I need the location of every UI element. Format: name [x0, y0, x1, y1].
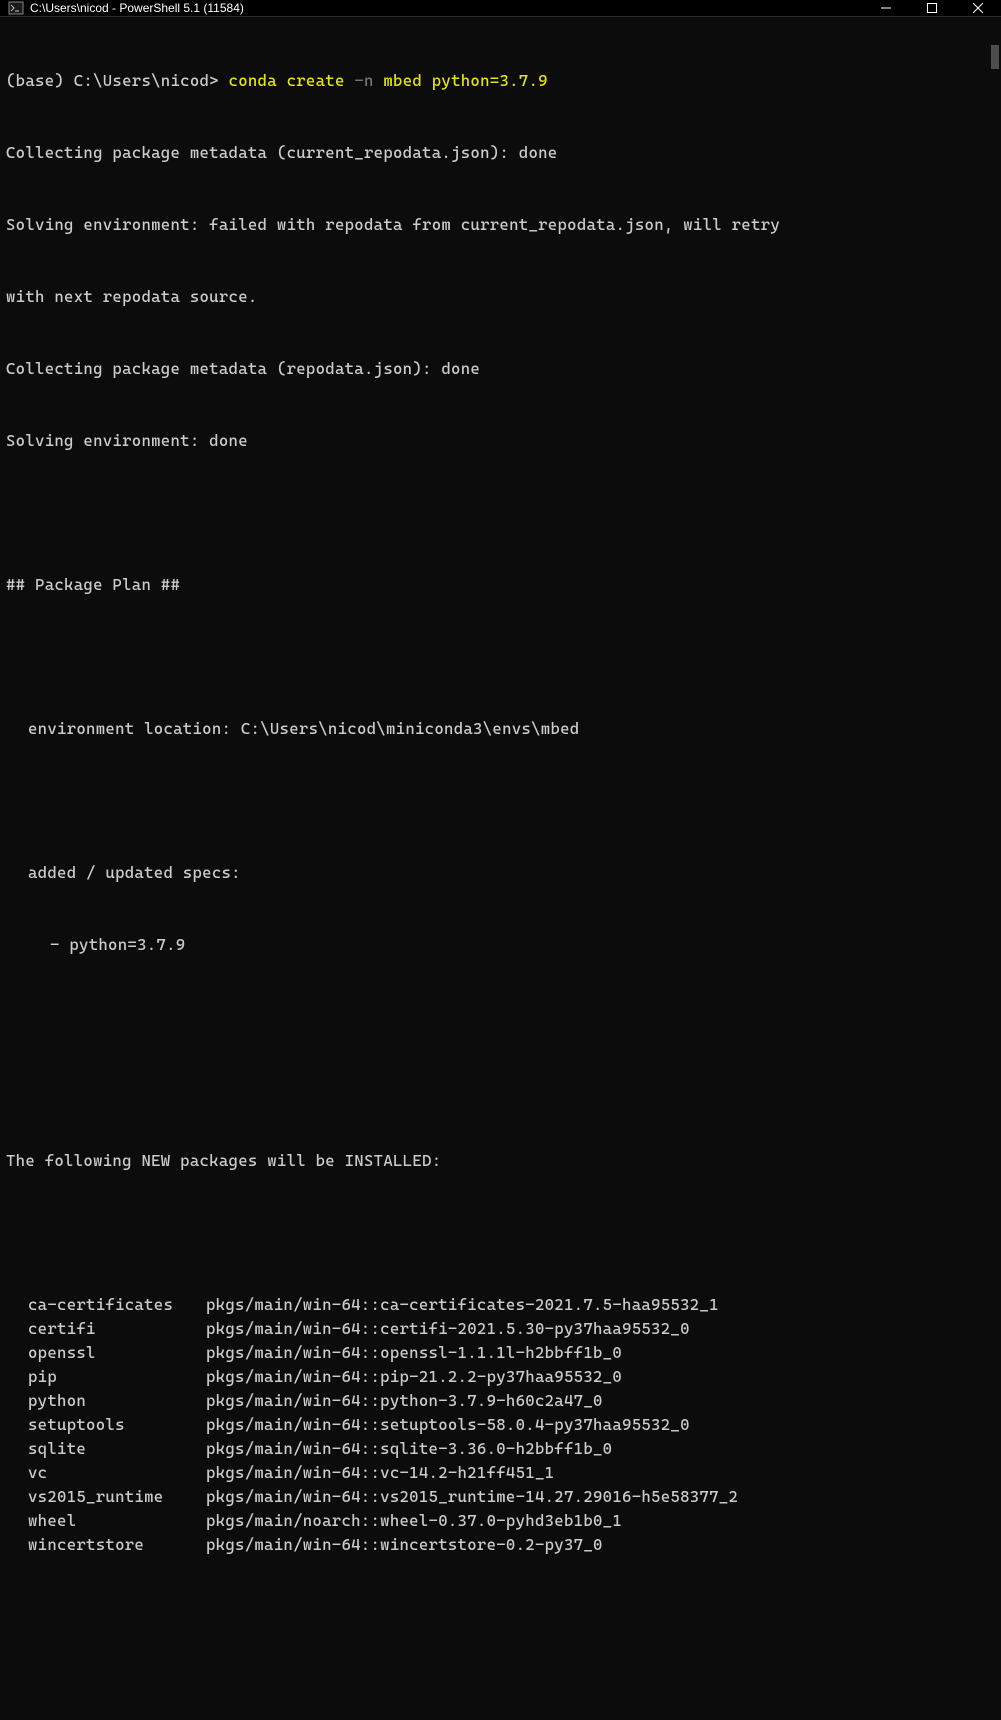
package-list: ca-certificatespkgs/main/win-64::ca-cert…	[6, 1293, 995, 1557]
close-button[interactable]	[955, 0, 1001, 16]
package-plan-header: ## Package Plan ##	[6, 573, 995, 597]
new-packages-header: The following NEW packages will be INSTA…	[6, 1149, 995, 1173]
titlebar[interactable]: C:\Users\nicod - PowerShell 5.1 (11584)	[0, 0, 1001, 17]
package-spec: pkgs/main/win-64::openssl-1.1.1l-h2bbff1…	[206, 1341, 622, 1365]
spec-item: - python=3.7.9	[6, 933, 995, 957]
package-spec: pkgs/main/win-64::wincertstore-0.2-py37_…	[206, 1533, 603, 1557]
env-location: environment location: C:\Users\nicod\min…	[6, 717, 995, 741]
added-specs-label: added / updated specs:	[6, 861, 995, 885]
terminal-area[interactable]: (base) C:\Users\nicod> conda create -n m…	[0, 17, 1001, 1720]
blank-line	[6, 501, 995, 525]
package-row: setuptoolspkgs/main/win-64::setuptools-5…	[6, 1413, 995, 1437]
blank-line	[6, 1005, 995, 1029]
scrollbar[interactable]	[985, 17, 1001, 1720]
package-row: certifipkgs/main/win-64::certifi-2021.5.…	[6, 1317, 995, 1341]
package-name: vc	[6, 1461, 206, 1485]
blank-line	[6, 645, 995, 669]
package-spec: pkgs/main/noarch::wheel-0.37.0-pyhd3eb1b…	[206, 1509, 622, 1533]
package-name: openssl	[6, 1341, 206, 1365]
package-row: pythonpkgs/main/win-64::python-3.7.9-h60…	[6, 1389, 995, 1413]
output-line: with next repodata source.	[6, 285, 995, 309]
scrollbar-thumb[interactable]	[991, 45, 999, 69]
package-spec: pkgs/main/win-64::pip-21.2.2-py37haa9553…	[206, 1365, 622, 1389]
package-name: ca-certificates	[6, 1293, 206, 1317]
prompt-prefix: (base) C:\Users\nicod>	[6, 71, 229, 90]
command-word: conda create	[229, 71, 355, 90]
package-spec: pkgs/main/win-64::python-3.7.9-h60c2a47_…	[206, 1389, 603, 1413]
package-row: vcpkgs/main/win-64::vc-14.2-h21ff451_1	[6, 1461, 995, 1485]
blank-line	[6, 1677, 995, 1701]
output-line: Collecting package metadata (repodata.js…	[6, 357, 995, 381]
package-spec: pkgs/main/win-64::ca-certificates-2021.7…	[206, 1293, 719, 1317]
package-spec: pkgs/main/win-64::vc-14.2-h21ff451_1	[206, 1461, 554, 1485]
package-spec: pkgs/main/win-64::sqlite-3.36.0-h2bbff1b…	[206, 1437, 612, 1461]
package-name: pip	[6, 1365, 206, 1389]
blank-line	[6, 1077, 995, 1101]
package-name: certifi	[6, 1317, 206, 1341]
package-name: setuptools	[6, 1413, 206, 1437]
prompt-line: (base) C:\Users\nicod> conda create -n m…	[6, 69, 995, 93]
package-name: sqlite	[6, 1437, 206, 1461]
command-rest: mbed python=3.7.9	[374, 71, 548, 90]
app-icon	[8, 0, 24, 16]
package-name: wincertstore	[6, 1533, 206, 1557]
blank-line	[6, 789, 995, 813]
package-row: wheelpkgs/main/noarch::wheel-0.37.0-pyhd…	[6, 1509, 995, 1533]
package-spec: pkgs/main/win-64::setuptools-58.0.4-py37…	[206, 1413, 690, 1437]
package-spec: pkgs/main/win-64::certifi-2021.5.30-py37…	[206, 1317, 690, 1341]
window-title: C:\Users\nicod - PowerShell 5.1 (11584)	[30, 1, 863, 15]
package-row: vs2015_runtimepkgs/main/win-64::vs2015_r…	[6, 1485, 995, 1509]
package-name: vs2015_runtime	[6, 1485, 206, 1509]
package-name: python	[6, 1389, 206, 1413]
package-spec: pkgs/main/win-64::vs2015_runtime-14.27.2…	[206, 1485, 738, 1509]
output-line: Solving environment: failed with repodat…	[6, 213, 995, 237]
package-row: pippkgs/main/win-64::pip-21.2.2-py37haa9…	[6, 1365, 995, 1389]
blank-line	[6, 1605, 995, 1629]
blank-line	[6, 1221, 995, 1245]
package-row: ca-certificatespkgs/main/win-64::ca-cert…	[6, 1293, 995, 1317]
package-row: wincertstorepkgs/main/win-64::wincertsto…	[6, 1533, 995, 1557]
window-controls	[863, 0, 1001, 16]
package-row: opensslpkgs/main/win-64::openssl-1.1.1l-…	[6, 1341, 995, 1365]
package-row: sqlitepkgs/main/win-64::sqlite-3.36.0-h2…	[6, 1437, 995, 1461]
command-flag: -n	[354, 71, 373, 90]
maximize-button[interactable]	[909, 0, 955, 16]
minimize-button[interactable]	[863, 0, 909, 16]
package-name: wheel	[6, 1509, 206, 1533]
powershell-window: C:\Users\nicod - PowerShell 5.1 (11584) …	[0, 0, 1001, 860]
output-line: Collecting package metadata (current_rep…	[6, 141, 995, 165]
output-line: Solving environment: done	[6, 429, 995, 453]
